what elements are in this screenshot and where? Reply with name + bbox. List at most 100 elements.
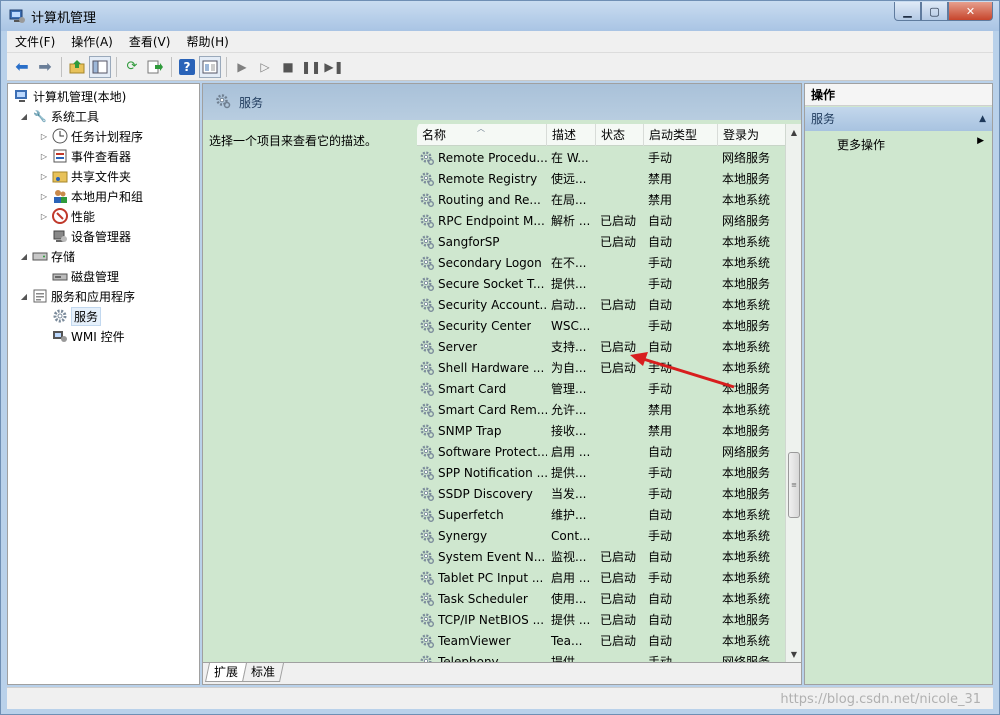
tree-item-task-scheduler[interactable]: ▷ 任务计划程序 <box>38 126 143 146</box>
collapsed-arrow-icon[interactable]: ▷ <box>38 152 50 161</box>
service-row[interactable]: Server 支持... 已启动 自动 本地系统 <box>417 336 785 357</box>
help-icon[interactable]: ? <box>176 56 198 78</box>
service-row[interactable]: Secure Socket T... 提供... 手动 本地服务 <box>417 273 785 294</box>
service-row[interactable]: SangforSP 已启动 自动 本地系统 <box>417 231 785 252</box>
console-tree-icon[interactable] <box>199 55 221 78</box>
minimize-button[interactable]: ▁ <box>894 2 921 21</box>
service-description: WSC... <box>551 318 591 333</box>
service-logon-as: 本地系统 <box>722 571 771 585</box>
service-row[interactable]: Secondary Logon 在不... 手动 本地系统 <box>417 252 785 273</box>
service-row[interactable]: Software Protect... 启用 ... 自动 网络服务 <box>417 441 785 462</box>
menu-action[interactable]: 操作(A) <box>63 31 121 53</box>
service-row[interactable]: Shell Hardware ... 为自... 已启动 手动 本地系统 <box>417 357 785 378</box>
play-icon[interactable]: ▶ <box>231 56 253 78</box>
menu-file[interactable]: 文件(F) <box>7 31 63 53</box>
collapsed-arrow-icon[interactable]: ▷ <box>38 132 50 141</box>
service-row[interactable]: Remote Registry 使远... 禁用 本地服务 <box>417 168 785 189</box>
services-gear-icon <box>215 93 231 112</box>
tab-standard[interactable]: 标准 <box>241 663 285 682</box>
service-row[interactable]: TCP/IP NetBIOS ... 提供 ... 已启动 自动 本地服务 <box>417 609 785 630</box>
column-header-startup-type[interactable]: 启动类型 <box>644 124 718 146</box>
list-rows: Remote Procedu... 在 W... 手动 网络服务 Remote Regi… <box>417 147 785 662</box>
expanded-arrow-icon[interactable]: ◢ <box>18 252 30 261</box>
menu-help[interactable]: 帮助(H) <box>178 31 236 53</box>
service-description: 提供 ... <box>551 613 591 627</box>
scroll-down-icon[interactable]: ▼ <box>786 646 801 662</box>
forward-icon[interactable]: ➡ <box>34 56 56 78</box>
stop-icon[interactable]: ■ <box>277 56 299 78</box>
service-row[interactable]: SSDP Discovery 当发... 手动 本地服务 <box>417 483 785 504</box>
tree-label: 任务计划程序 <box>71 129 144 144</box>
service-row[interactable]: System Event N... 监视... 已启动 自动 本地系统 <box>417 546 785 567</box>
service-name: Server <box>438 339 478 354</box>
scrollbar-thumb[interactable]: ≡ <box>788 452 800 518</box>
service-row[interactable]: Remote Procedu... 在 W... 手动 网络服务 <box>417 147 785 168</box>
collapsed-arrow-icon[interactable]: ▷ <box>38 172 50 181</box>
collapsed-arrow-icon[interactable]: ▷ <box>38 192 50 201</box>
service-row[interactable]: Superfetch 维护... 自动 本地系统 <box>417 504 785 525</box>
tree-item-wmi[interactable]: WMI 控件 <box>50 326 125 346</box>
column-header-description[interactable]: 描述 <box>547 124 596 146</box>
service-row[interactable]: Security Account... 启动... 已启动 自动 本地系统 <box>417 294 785 315</box>
up-folder-icon[interactable] <box>66 56 88 78</box>
menu-view[interactable]: 查看(V) <box>121 31 179 53</box>
maximize-button[interactable]: ▢ <box>921 2 948 21</box>
toolbar-separator <box>116 56 117 77</box>
tree-item-system-tools[interactable]: ◢ 🔧 系统工具 <box>18 106 99 126</box>
service-row[interactable]: Security Center WSC... 手动 本地服务 <box>417 315 785 336</box>
column-header-name[interactable]: ︿ 名称 <box>417 124 547 146</box>
scroll-up-icon[interactable]: ▲ <box>786 124 801 140</box>
more-actions[interactable]: 更多操作 <box>837 136 885 153</box>
tree-item-services[interactable]: 服务 <box>50 306 102 326</box>
service-logon-as: 本地系统 <box>722 529 771 543</box>
service-name: Secure Socket T... <box>438 276 545 291</box>
tree-item-local-users[interactable]: ▷ 本地用户和组 <box>38 186 143 206</box>
collapsed-arrow-icon[interactable]: ▷ <box>38 212 50 221</box>
service-row[interactable]: Smart Card Rem... 允许... 禁用 本地系统 <box>417 399 785 420</box>
tree-label: 存储 <box>51 249 76 264</box>
tree-item-services-apps[interactable]: ◢ 服务和应用程序 <box>18 286 135 306</box>
tree-label: WMI 控件 <box>71 329 125 344</box>
export-list-icon[interactable] <box>144 56 166 78</box>
service-row[interactable]: TeamViewer Tea... 已启动 自动 本地系统 <box>417 630 785 651</box>
close-button[interactable]: ✕ <box>948 2 993 21</box>
tree-item-storage[interactable]: ◢ 存储 <box>18 246 75 266</box>
service-row[interactable]: SNMP Trap 接收... 禁用 本地服务 <box>417 420 785 441</box>
tree-item-disk-management[interactable]: 磁盘管理 <box>50 266 119 286</box>
tree-label: 系统工具 <box>51 109 100 124</box>
back-icon[interactable]: ⬅ <box>11 56 33 78</box>
service-row[interactable]: Routing and Re... 在局... 禁用 本地系统 <box>417 189 785 210</box>
column-header-logon-as[interactable]: 登录为 <box>718 124 785 146</box>
service-row[interactable]: Task Scheduler 使用... 已启动 自动 本地系统 <box>417 588 785 609</box>
service-row[interactable]: RPC Endpoint M... 解析 ... 已启动 自动 网络服务 <box>417 210 785 231</box>
tree-item-root[interactable]: 计算机管理(本地) <box>12 86 126 106</box>
tree-item-event-viewer[interactable]: ▷ 事件查看器 <box>38 146 131 166</box>
service-row[interactable]: Telephony 提供... 手动 网络服务 <box>417 651 785 662</box>
restart-icon[interactable]: ▶❚ <box>323 56 345 78</box>
tree-item-device-manager[interactable]: 设备管理器 <box>50 226 131 246</box>
tree-item-performance[interactable]: ▷ 性能 <box>38 206 95 226</box>
service-row[interactable]: Tablet PC Input ... 启用 ... 已启动 手动 本地系统 <box>417 567 785 588</box>
service-logon-as: 本地系统 <box>722 634 771 648</box>
play-outline-icon[interactable]: ▷ <box>254 56 276 78</box>
show-hide-tree-icon[interactable] <box>89 55 111 78</box>
collapse-arrow-icon[interactable]: ▲ <box>979 107 986 131</box>
expanded-arrow-icon[interactable]: ◢ <box>18 112 30 121</box>
submenu-arrow-icon[interactable]: ▶ <box>977 136 984 146</box>
service-row[interactable]: Synergy Cont... 手动 本地系统 <box>417 525 785 546</box>
service-row[interactable]: Smart Card 管理... 手动 本地服务 <box>417 378 785 399</box>
tab-extended[interactable]: 扩展 <box>204 663 248 682</box>
column-header-status[interactable]: 状态 <box>596 124 644 146</box>
service-description: 提供... <box>551 277 587 291</box>
service-row[interactable]: SPP Notification ... 提供... 手动 本地服务 <box>417 462 785 483</box>
service-startup-type: 自动 <box>648 634 673 648</box>
service-gear-icon <box>420 381 434 396</box>
expanded-arrow-icon[interactable]: ◢ <box>18 292 30 301</box>
pause-icon[interactable]: ❚❚ <box>300 56 322 78</box>
vertical-scrollbar[interactable]: ▲ ≡ ▼ <box>785 124 801 662</box>
service-gear-icon <box>420 507 434 522</box>
refresh-icon[interactable]: ⟳ <box>121 56 143 78</box>
actions-section-services[interactable]: 服务 ▲ <box>805 107 992 131</box>
tree-item-shared-folders[interactable]: ▷ 共享文件夹 <box>38 166 131 186</box>
toolbar-separator <box>171 56 172 77</box>
